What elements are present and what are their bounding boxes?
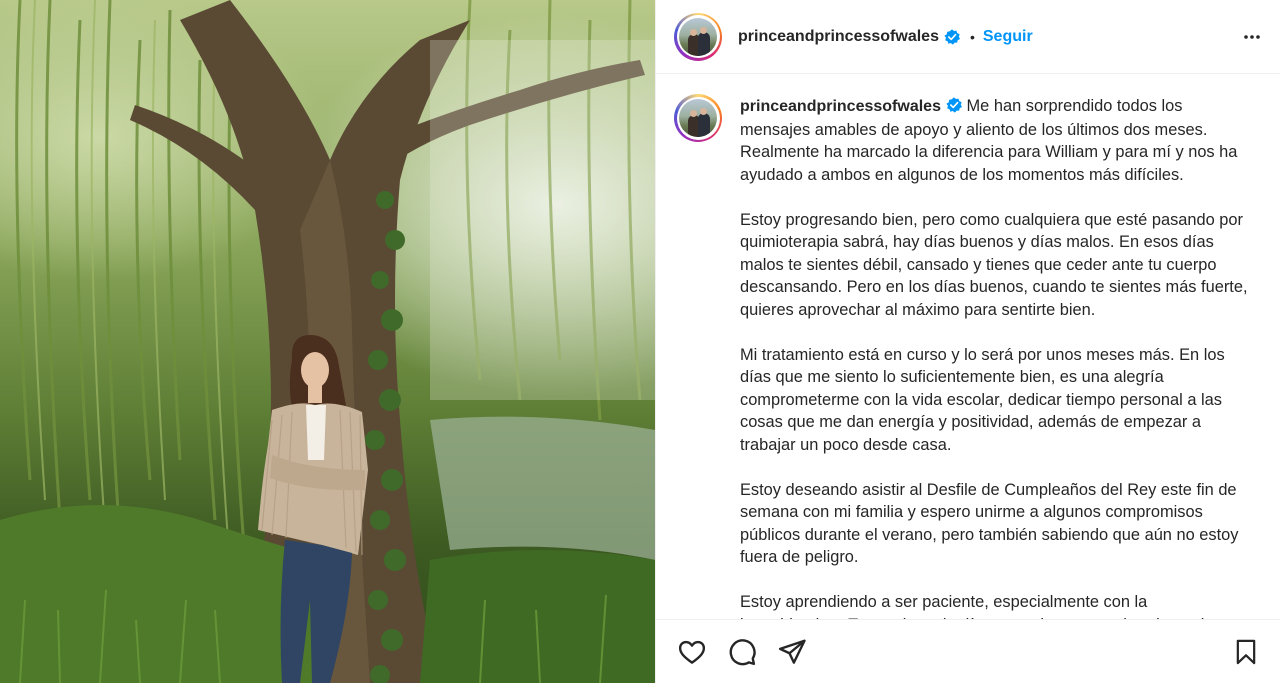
post-actions-bar: [656, 619, 1280, 683]
separator-dot: •: [969, 28, 975, 45]
caption-paragraph-4: Estoy deseando asistir al Desfile de Cum…: [740, 480, 1239, 567]
caption-avatar[interactable]: [674, 94, 722, 142]
follow-button[interactable]: Seguir: [983, 28, 1033, 46]
more-options-icon[interactable]: [1240, 25, 1264, 49]
caption-area: princeandprincessofwales Me han sorprend…: [656, 74, 1280, 619]
post-caption: princeandprincessofwales Me han sorprend…: [740, 94, 1250, 619]
avatar-image: [679, 99, 717, 137]
caption-paragraph-3: Mi tratamiento está en curso y lo será p…: [740, 345, 1225, 454]
caption-paragraph-5: Estoy aprendiendo a ser paciente, especi…: [740, 593, 1204, 619]
verified-badge-icon: [944, 28, 960, 45]
post-details-panel: princeandprincessofwales • Seguir prince…: [655, 0, 1280, 683]
photo-illustration: [0, 0, 655, 683]
post-header: princeandprincessofwales • Seguir: [656, 0, 1280, 74]
caption-username-link[interactable]: princeandprincessofwales: [740, 98, 941, 115]
comment-icon[interactable]: [726, 636, 758, 668]
bookmark-icon[interactable]: [1230, 636, 1262, 668]
header-username-link[interactable]: princeandprincessofwales: [738, 28, 939, 46]
send-icon[interactable]: [776, 636, 808, 668]
heart-icon[interactable]: [676, 636, 708, 668]
post-photo[interactable]: [0, 0, 655, 683]
instagram-post-view: princeandprincessofwales • Seguir prince…: [0, 0, 1280, 683]
caption-paragraph-2: Estoy progresando bien, pero como cualqu…: [740, 210, 1248, 319]
avatar-image: [679, 17, 717, 56]
profile-avatar[interactable]: [674, 12, 722, 61]
verified-badge-icon: [946, 97, 962, 113]
